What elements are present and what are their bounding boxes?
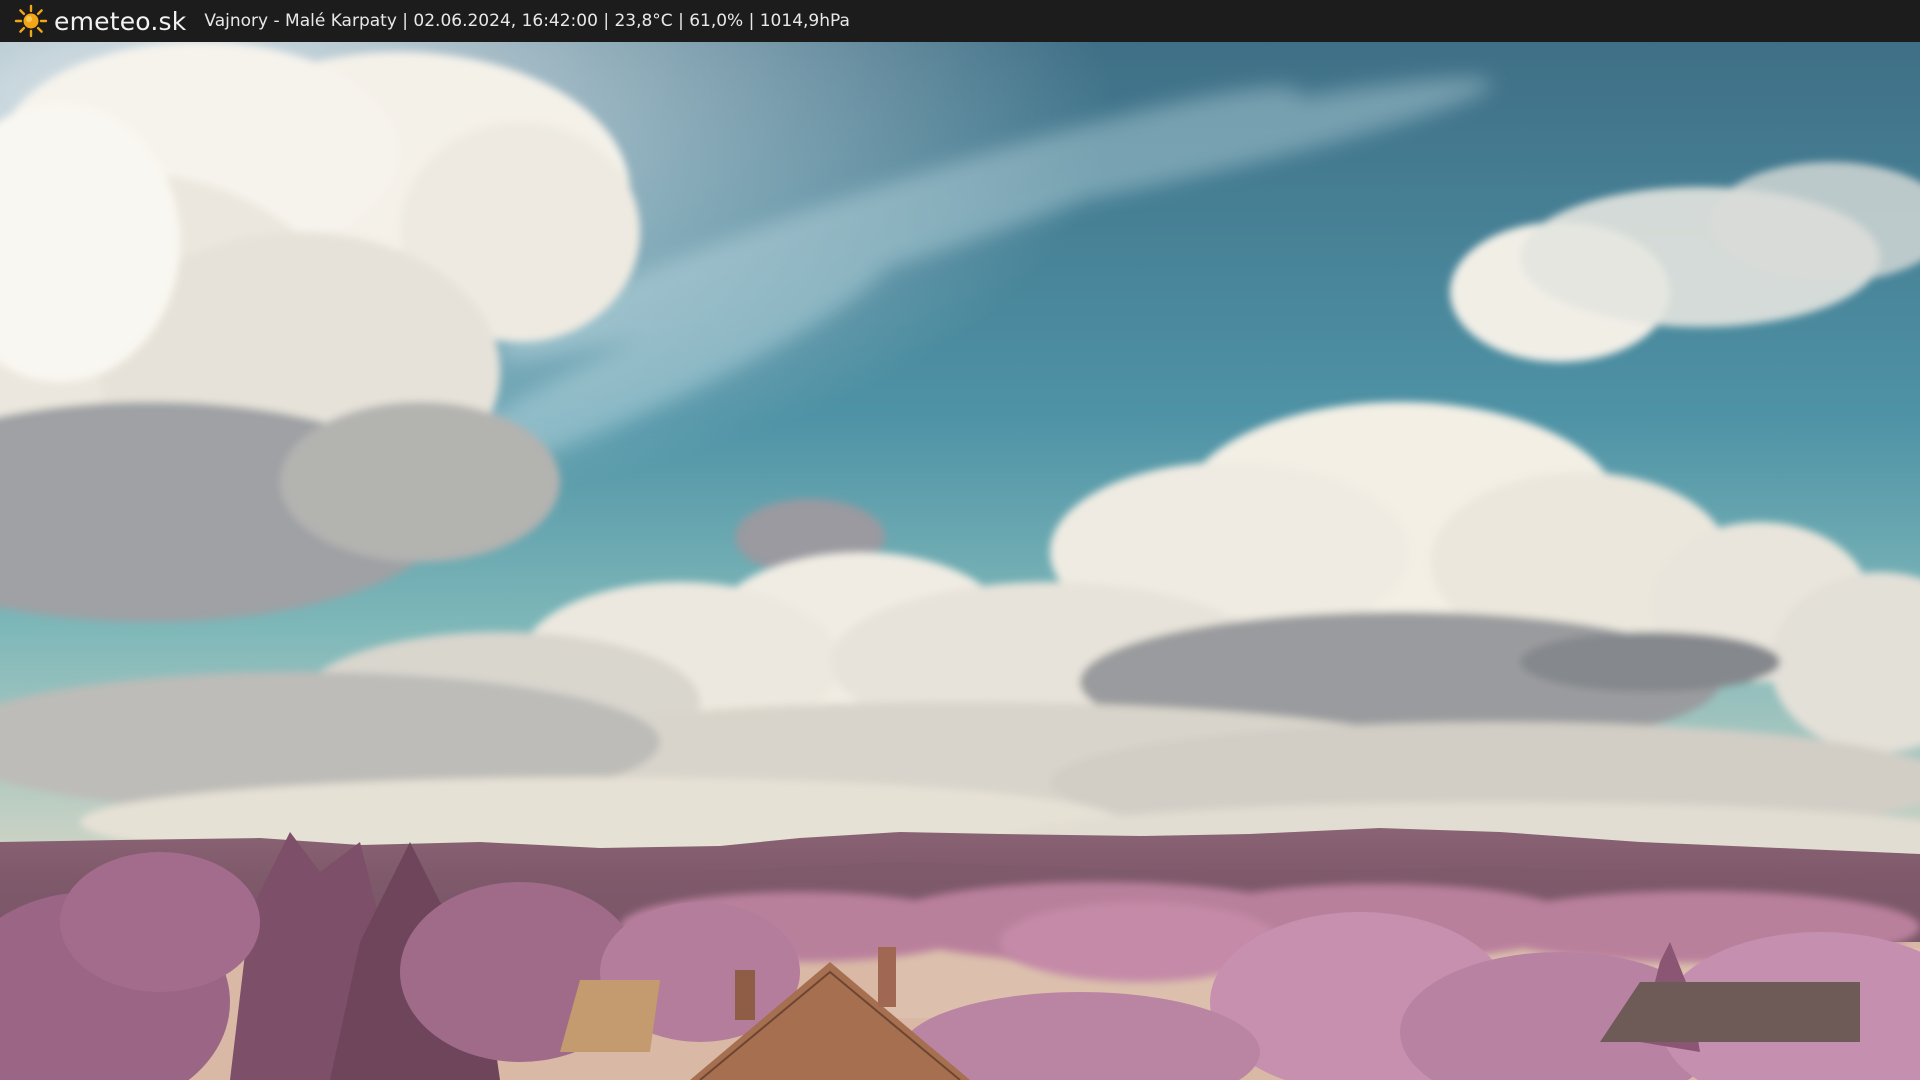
webcam-caption: Vajnory - Malé Karpaty | 02.06.2024, 16:… bbox=[204, 11, 850, 31]
top-bar: emeteo.sk Vajnory - Malé Karpaty | 02.06… bbox=[0, 0, 1920, 42]
webcam-page: emeteo.sk Vajnory - Malé Karpaty | 02.06… bbox=[0, 0, 1920, 1080]
sun-icon bbox=[14, 4, 48, 38]
landscape-photo bbox=[0, 42, 1920, 1080]
brand-name[interactable]: emeteo.sk bbox=[54, 7, 186, 36]
brand[interactable]: emeteo.sk bbox=[14, 4, 186, 38]
webcam-image bbox=[0, 42, 1920, 1080]
